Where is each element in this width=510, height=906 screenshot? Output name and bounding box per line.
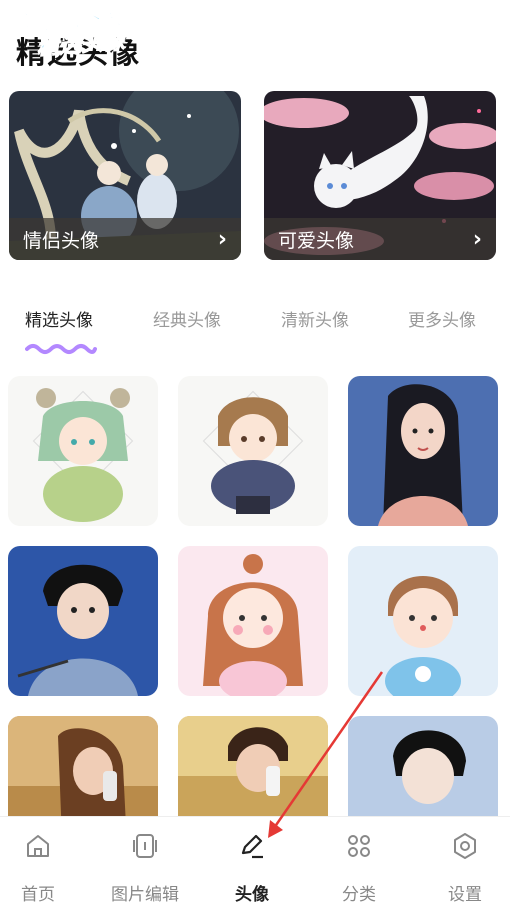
chevron-right-icon: › (472, 226, 482, 252)
avatar-thumbnail[interactable] (8, 546, 158, 696)
pen-icon (241, 834, 263, 859)
bottom-navigation: 首页 图片编辑 头像 分类 设置 (0, 816, 510, 906)
active-tab-indicator (25, 344, 97, 354)
avatar-category-tabs: 精选头像 经典头像 清新头像 更多头像 (0, 306, 510, 336)
chevron-right-icon: › (217, 226, 227, 252)
nav-image-edit-label: 图片编辑 (111, 885, 179, 905)
nav-settings-label: 设置 (448, 885, 482, 905)
avatar-thumbnail[interactable] (178, 546, 328, 696)
banner-label: 可爱头像 (278, 229, 355, 252)
tab-fresh[interactable]: 清新头像 (281, 306, 349, 331)
banner-caption: 可爱头像 › (264, 218, 496, 260)
settings-icon (454, 833, 476, 859)
nav-category[interactable]: 分类 (309, 817, 409, 906)
avatar-thumbnail[interactable] (348, 376, 498, 526)
watermark-logo: 游吧乐下载 精选头像 (12, 5, 126, 62)
grid-icon (348, 835, 370, 857)
nav-category-label: 分类 (342, 885, 376, 905)
nav-settings[interactable]: 设置 (415, 817, 510, 906)
banner-couple-avatars[interactable]: 情侣头像 › (9, 91, 241, 260)
nav-avatar[interactable]: 头像 (202, 817, 302, 906)
banner-cute-avatars[interactable]: 可爱头像 › (264, 91, 496, 260)
nav-image-edit[interactable]: 图片编辑 (95, 817, 195, 906)
avatar-thumbnail[interactable] (8, 376, 158, 526)
banner-label: 情侣头像 (23, 229, 100, 252)
nav-home[interactable]: 首页 (0, 817, 88, 906)
tab-featured[interactable]: 精选头像 (25, 306, 93, 331)
edit-frame-icon (133, 834, 157, 858)
tab-classic[interactable]: 经典头像 (153, 306, 221, 331)
avatar-thumbnail[interactable] (178, 376, 328, 526)
nav-home-label: 首页 (21, 885, 55, 905)
banner-caption: 情侣头像 › (9, 218, 241, 260)
avatar-thumbnail[interactable] (348, 546, 498, 696)
nav-avatar-label: 头像 (235, 885, 269, 905)
tab-more[interactable]: 更多头像 (408, 306, 476, 331)
home-icon (27, 835, 49, 857)
